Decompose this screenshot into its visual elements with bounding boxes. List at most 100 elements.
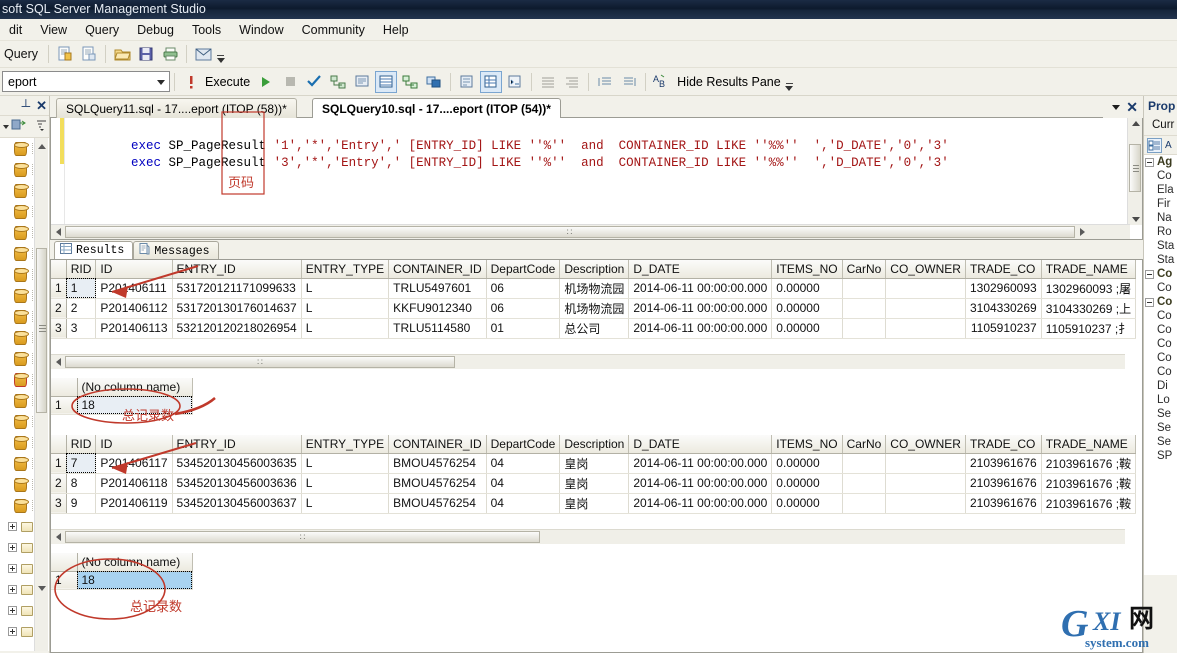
cell-container-id[interactable]: BMOU4576254 [388,493,487,514]
properties-list[interactable]: Ag Co Ela Fir Na Ro Sta Sta Co Co Co Co … [1144,155,1177,575]
property-row[interactable]: Co [1144,169,1177,183]
debug-icon[interactable] [180,71,202,93]
column-header-container-id[interactable]: CONTAINER_ID [388,260,487,279]
cell-container-id[interactable]: TRLU5114580 [388,318,487,339]
cell-co-owner[interactable] [885,473,966,494]
cell-rid[interactable]: 1 [66,278,97,299]
column-header-container-id[interactable]: CONTAINER_ID [388,435,487,454]
property-row[interactable]: Na [1144,211,1177,225]
cell-trade-co[interactable]: 2103961676 [965,493,1042,514]
new-query-label[interactable]: Query [0,47,44,61]
cell-car-no[interactable] [842,473,887,494]
result-grid-1[interactable]: RID ID ENTRY_ID ENTRY_TYPE CONTAINER_ID … [51,260,1137,339]
print-icon[interactable] [159,43,181,65]
cell-trade-name[interactable]: 2103961676 ;鞍 [1041,453,1137,474]
cell-car-no[interactable] [842,278,887,299]
column-header-no-column-name[interactable]: (No column name) [77,378,193,397]
scrollbar-thumb[interactable] [1129,144,1141,192]
cell-entry-id[interactable]: 534520130456003635 [172,453,302,474]
cell-d-date[interactable]: 2014-06-11 00:00:00.000 [628,278,773,299]
cell-description[interactable]: 皇岗 [559,473,630,494]
column-header-items-no[interactable]: ITEMS_NO [771,260,843,279]
property-row[interactable]: Se [1144,435,1177,449]
cell-co-owner[interactable] [885,298,966,319]
cell-entry-id[interactable]: 532120120218026954 [172,318,302,339]
object-explorer-tree[interactable] [0,138,49,651]
expand-icon[interactable] [8,522,17,531]
column-header-rid[interactable]: RID [66,260,97,279]
cell-entry-id[interactable]: 534520130456003636 [172,473,302,494]
parse-check-icon[interactable] [303,71,325,93]
categorized-icon[interactable] [1147,137,1162,153]
cell-description[interactable]: 机场物流园 [559,298,630,319]
property-row[interactable]: Co [1144,365,1177,379]
column-header-entry-id[interactable]: ENTRY_ID [172,435,302,454]
property-row[interactable]: Co [1144,351,1177,365]
expand-icon[interactable] [8,585,17,594]
scroll-left-icon[interactable] [51,355,65,369]
property-row[interactable]: Se [1144,407,1177,421]
column-header-description[interactable]: Description [559,435,630,454]
sql-code-editor[interactable]: exec SP_PageResult '1','*','Entry',' [EN… [50,118,1143,240]
cell-trade-name[interactable]: 1302960093 ;屠 [1041,278,1137,299]
menu-item-tools[interactable]: Tools [183,20,230,40]
tab-results[interactable]: Results [54,241,134,260]
cell-entry-type[interactable]: L [301,473,390,494]
cell-entry-type[interactable]: L [301,318,390,339]
include-actual-plan-icon[interactable] [399,71,421,93]
collapse-icon[interactable] [1145,269,1154,279]
column-header-no-column-name[interactable]: (No column name) [77,553,193,572]
property-group[interactable]: Ag [1144,155,1177,169]
column-header-car-no[interactable]: CarNo [842,435,887,454]
menu-item-view[interactable]: View [31,20,76,40]
column-header-depart-code[interactable]: DepartCode [486,260,561,279]
column-header-depart-code[interactable]: DepartCode [486,435,561,454]
property-row[interactable]: Co [1144,337,1177,351]
cell-trade-co[interactable]: 1105910237 [965,318,1042,339]
cell-co-owner[interactable] [885,453,966,474]
cell-d-date[interactable]: 2014-06-11 00:00:00.000 [628,473,773,494]
row-number[interactable]: 2 [51,298,67,319]
expand-icon[interactable] [8,543,17,552]
cell-trade-name[interactable]: 2103961676 ;鞍 [1041,473,1137,494]
cell-co-owner[interactable] [885,493,966,514]
expand-icon[interactable] [8,564,17,573]
cell-description[interactable]: 皇岗 [559,453,630,474]
editor-vertical-scrollbar[interactable] [1127,118,1142,225]
cell-depart-code[interactable]: 04 [486,493,561,514]
close-icon[interactable]: ✕ [1126,100,1138,114]
cell-depart-code[interactable]: 04 [486,473,561,494]
menu-item-help[interactable]: Help [374,20,418,40]
property-group[interactable]: Co [1144,267,1177,281]
property-group[interactable]: Co [1144,295,1177,309]
property-row[interactable]: Ela [1144,183,1177,197]
cell-container-id[interactable]: TRLU5497601 [388,278,487,299]
cell-entry-id[interactable]: 531720121171099633 [172,278,302,299]
column-header-description[interactable]: Description [559,260,630,279]
row-number[interactable]: 2 [51,473,67,494]
cell-depart-code[interactable]: 06 [486,278,561,299]
scroll-left-icon[interactable] [51,228,65,236]
column-header-id[interactable]: ID [95,260,173,279]
pin-icon[interactable]: ┴ [22,99,31,113]
uncomment-icon[interactable] [618,71,640,93]
cell-depart-code[interactable]: 06 [486,298,561,319]
cell-trade-name[interactable]: 3104330269 ;上 [1041,298,1137,319]
comment-icon[interactable] [594,71,616,93]
column-header-trade-co[interactable]: TRADE_CO [965,435,1042,454]
cell-trade-co[interactable]: 1302960093 [965,278,1042,299]
chevron-down-icon[interactable] [1112,104,1121,110]
connect-icon[interactable] [11,118,26,135]
property-row[interactable]: Sta [1144,253,1177,267]
cell-trade-co[interactable]: 3104330269 [965,298,1042,319]
property-row[interactable]: Se [1144,421,1177,435]
scrollbar-thumb[interactable]: ∷ [65,226,1075,238]
column-header-d-date[interactable]: D_DATE [628,435,773,454]
open-file-icon[interactable] [111,43,133,65]
cell-items-no[interactable]: 0.00000 [771,453,843,474]
cell-d-date[interactable]: 2014-06-11 00:00:00.000 [628,493,773,514]
property-row[interactable]: Co [1144,309,1177,323]
tab-messages[interactable]: Messages [133,241,219,260]
expand-icon[interactable] [8,627,17,636]
close-icon[interactable]: ✕ [36,98,47,114]
